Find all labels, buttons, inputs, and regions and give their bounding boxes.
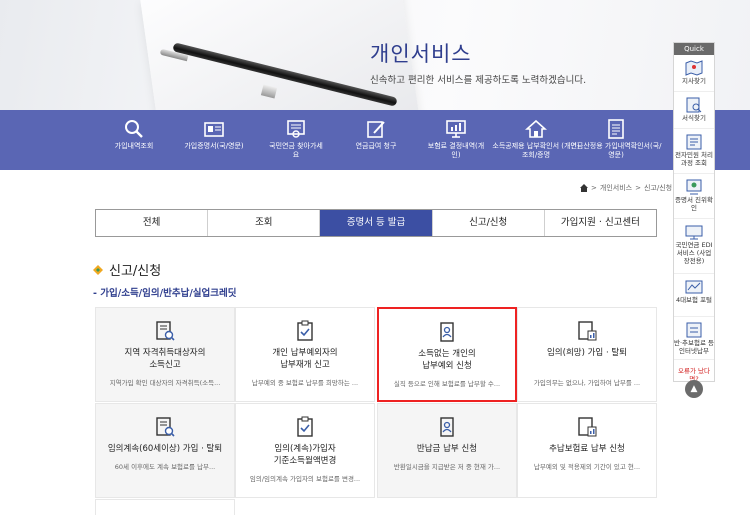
tab-certificate-issue[interactable]: 증명서 등 발급 <box>320 210 433 236</box>
quick-item-branch-finder[interactable]: 지사찾기 <box>674 56 714 92</box>
doc-search-icon <box>156 417 175 437</box>
service-item-premium-decision[interactable]: 보험료 결정내역(개인) <box>414 110 498 170</box>
house-icon <box>525 119 547 138</box>
category-tabs: 전체 조회 증명서 등 발급 신고/신청 가입지원 · 신고센터 <box>95 209 657 237</box>
verify-icon <box>686 179 702 195</box>
doc-chart-icon <box>578 417 597 437</box>
card-voluntary-join-leave[interactable]: 임의(희망) 가입 · 탈퇴 가입의무는 없으나, 가입하여 납부를 ... <box>517 307 657 402</box>
quick-menu: Quick 지사찾기 서식찾기 전자민원 처리과정 조회 증명서 진위확인 국민… <box>673 42 715 383</box>
quick-item-internet-payment[interactable]: 반·추보험료 등 인터넷납부 <box>674 318 714 360</box>
map-icon <box>685 60 703 76</box>
hero-banner: 개인서비스 신속하고 편리한 서비스를 제공하도록 노력하겠습니다. <box>0 0 750 110</box>
card-next-row-partial[interactable] <box>95 499 235 515</box>
section-subtitle: - 가입/소득/임의/반추납/실업크레딧 <box>93 288 237 299</box>
breadcrumb-item-report-apply[interactable]: 신고/신청 <box>644 183 672 193</box>
quick-item-edi-service[interactable]: 국민연금 EDI서비스 (사업장전용) <box>674 220 714 274</box>
service-bar: 가입내역조회 가입증명서(국/영문) 국민연금 찾아가세요 연금급여 청구 보험… <box>0 110 750 170</box>
quick-menu-header: Quick <box>674 43 714 55</box>
scroll-top-button[interactable]: ▲ <box>685 380 703 398</box>
edit-document-icon <box>367 121 385 138</box>
service-item-certificate[interactable]: 가입증명서(국/영문) <box>172 110 256 170</box>
service-item-pension-claim[interactable]: 연금급여 청구 <box>334 110 418 170</box>
diamond-bullet-icon <box>93 264 103 275</box>
service-item-contribution-history[interactable]: 가입내역조회 <box>92 110 176 170</box>
clipboard-check-icon <box>297 416 313 437</box>
card-deferred-premium-apply[interactable]: 추납보험료 납부 신청 납부예외 및 적용제외 기간이 있고 현... <box>517 403 657 498</box>
page-subtitle: 신속하고 편리한 서비스를 제공하도록 노력하겠습니다. <box>370 75 587 86</box>
certificate-icon <box>287 120 305 138</box>
card-refund-payment-apply[interactable]: 반납금 납부 신청 반환일시금을 지급받은 저 중 현재 가... <box>377 403 517 498</box>
id-badge-icon <box>440 417 454 437</box>
tab-support-center[interactable]: 가입지원 · 신고센터 <box>544 210 657 236</box>
quick-item-form-finder[interactable]: 서식찾기 <box>674 93 714 129</box>
doc-chart-icon <box>578 321 597 341</box>
edi-icon <box>685 225 703 240</box>
quick-item-process-status[interactable]: 전자민원 처리과정 조회 <box>674 130 714 174</box>
section-title: 신고/신청 <box>93 260 161 279</box>
monitor-chart-icon <box>446 120 466 138</box>
card-payment-resume-report[interactable]: 개인 납부예외자의 납부재개 신고 납부예외 중 보험료 납부를 희망하는 ..… <box>235 307 375 402</box>
clipboard-check-icon <box>297 320 313 341</box>
form-search-icon <box>686 97 702 113</box>
breadcrumb: > 개인서비스 > 신고/신청 <box>580 183 672 193</box>
service-item-pension-calc-confirmation[interactable]: 연금산정용 가입내역확인서(국/영문) <box>570 110 662 170</box>
id-badge-icon <box>440 322 454 342</box>
breadcrumb-item-personal-service[interactable]: 개인서비스 <box>600 183 632 193</box>
card-regional-income-report[interactable]: 지역 자격취득대상자의 소득신고 지역가입 확인 대상자의 자격취득(소득... <box>95 307 235 402</box>
tab-all[interactable]: 전체 <box>96 210 209 236</box>
payment-icon <box>686 322 702 338</box>
doc-search-icon <box>156 321 175 341</box>
service-item-find-pension[interactable]: 국민연금 찾아가세요 <box>254 110 338 170</box>
quick-item-certificate-verify[interactable]: 증명서 진위확인 <box>674 175 714 219</box>
portal-icon <box>685 280 703 294</box>
card-payment-exemption-apply[interactable]: 소득없는 개인의 납부예외 신청 실직 등으로 인해 보험료를 납부할 수... <box>377 307 517 402</box>
process-icon <box>686 134 702 150</box>
card-standard-income-change[interactable]: 임의(계속)가입자 기준소득월액변경 임의/임의계속 가입자의 보험료를 변경.… <box>235 403 375 498</box>
quick-item-error-help[interactable]: 오류가 났다면? <box>674 361 714 383</box>
home-icon[interactable] <box>580 184 588 192</box>
search-icon <box>125 120 143 138</box>
card-voluntary-continued-join-leave[interactable]: 임의계속(60세이상) 가입 · 탈퇴 60세 이후에도 계속 보험료를 납부.… <box>95 403 235 498</box>
page-title: 개인서비스 <box>370 42 472 66</box>
id-card-icon <box>204 122 224 137</box>
document-icon <box>608 119 624 139</box>
tab-report-apply[interactable]: 신고/신청 <box>432 210 545 236</box>
quick-item-insurance-portal[interactable]: 4대보험 포털 <box>674 275 714 317</box>
service-item-deduction-confirmation[interactable]: 소득공제용 납부확인서 (개인)조회/증명 <box>492 110 580 170</box>
tab-inquiry[interactable]: 조회 <box>208 210 321 236</box>
